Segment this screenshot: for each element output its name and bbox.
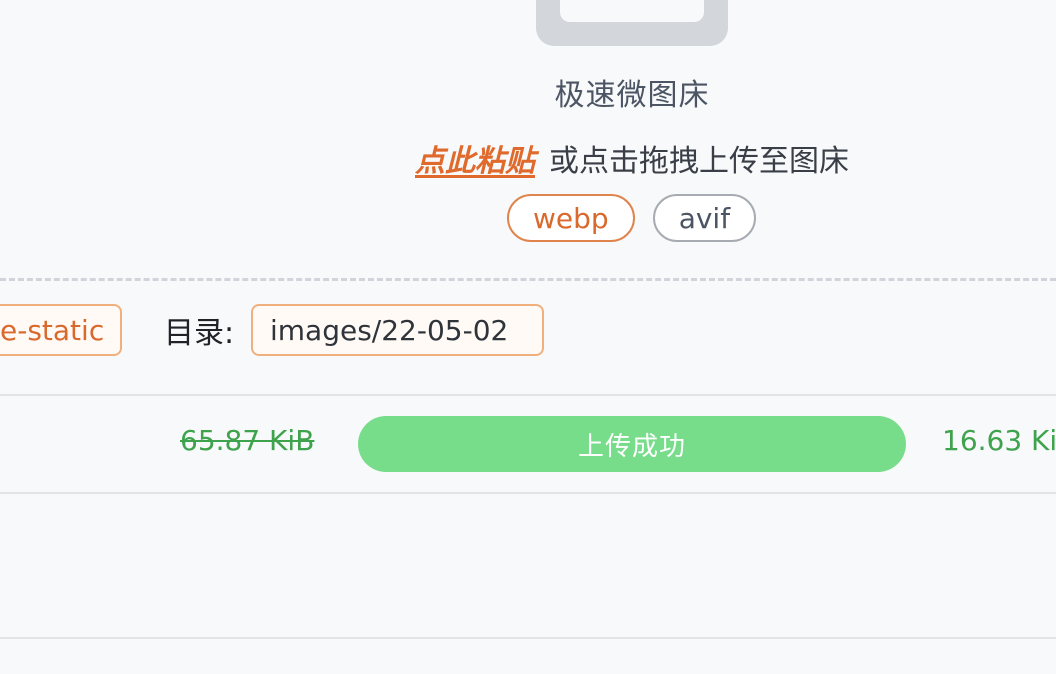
dashed-divider [0, 278, 1056, 281]
app-title: 极速微图床 [554, 78, 710, 113]
paste-instructions: 点此粘贴 或点击拖拽上传至图床 [0, 136, 1056, 180]
upload-image-icon[interactable] [536, 0, 728, 46]
paste-link[interactable]: 点此粘贴 [415, 144, 535, 179]
bucket-chip[interactable]: e-static [0, 304, 122, 356]
upload-row: 65.87 KiB 上传成功 16.63 Ki [0, 396, 1056, 492]
upload-page: 极速微图床 点此粘贴 或点击拖拽上传至图床 webp avif e-static … [0, 0, 1056, 674]
format-avif-tag[interactable]: avif [652, 194, 757, 242]
format-webp-tag[interactable]: webp [507, 194, 635, 242]
row-divider [0, 492, 1056, 494]
directory-label: 目录: [164, 316, 235, 351]
format-selector: webp avif [507, 194, 757, 242]
original-size: 65.87 KiB [180, 424, 315, 457]
config-row: e-static 目录: images/22-05-02 [0, 304, 1056, 356]
compressed-size: 16.63 Ki [942, 424, 1056, 457]
paste-hint: 或点击拖拽上传至图床 [549, 144, 849, 179]
upload-icon-inner [560, 0, 704, 22]
upload-status-bar: 上传成功 [358, 416, 906, 472]
bottom-divider [0, 637, 1056, 639]
directory-chip[interactable]: images/22-05-02 [251, 304, 544, 356]
